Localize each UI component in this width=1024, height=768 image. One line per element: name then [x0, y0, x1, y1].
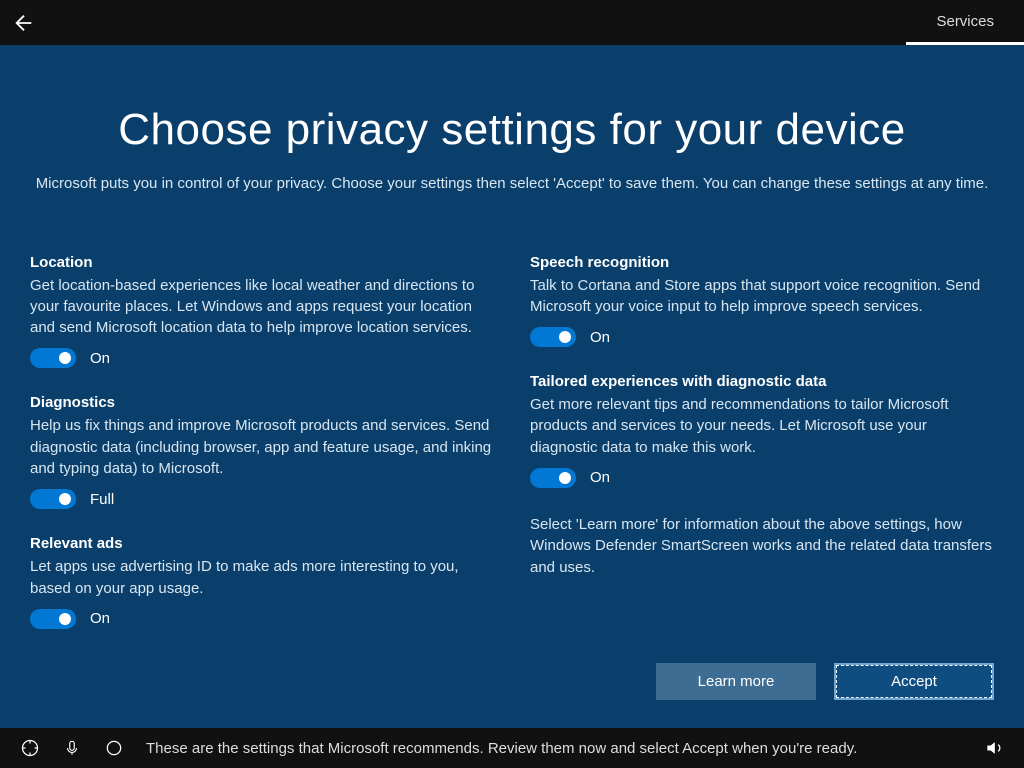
- setting-desc: Help us fix things and improve Microsoft…: [30, 415, 494, 479]
- setting-speech-recognition: Speech recognition Talk to Cortana and S…: [530, 254, 994, 348]
- volume-icon[interactable]: [984, 738, 1004, 758]
- bottom-bar: These are the settings that Microsoft re…: [0, 728, 1024, 768]
- setting-title: Tailored experiences with diagnostic dat…: [530, 373, 994, 390]
- cortana-icon[interactable]: [104, 738, 124, 758]
- setting-desc: Let apps use advertising ID to make ads …: [30, 556, 494, 599]
- button-row: Learn more Accept: [656, 663, 994, 700]
- setting-desc: Get more relevant tips and recommendatio…: [530, 394, 994, 458]
- ease-of-access-icon[interactable]: [20, 738, 40, 758]
- setting-desc: Talk to Cortana and Store apps that supp…: [530, 275, 994, 318]
- page-subtitle: Microsoft puts you in control of your pr…: [32, 173, 992, 196]
- back-arrow-icon: [13, 12, 35, 34]
- toggle-label: Full: [90, 491, 114, 508]
- toggle-label: On: [590, 469, 610, 486]
- toggle-label: On: [590, 329, 610, 346]
- right-column: Speech recognition Talk to Cortana and S…: [530, 254, 994, 655]
- setting-title: Diagnostics: [30, 394, 494, 411]
- accept-button[interactable]: Accept: [834, 663, 994, 700]
- setting-diagnostics: Diagnostics Help us fix things and impro…: [30, 394, 494, 509]
- setting-relevant-ads: Relevant ads Let apps use advertising ID…: [30, 535, 494, 629]
- tab-services[interactable]: Services: [906, 0, 1024, 45]
- top-bar: Services: [0, 0, 1024, 45]
- main-content: Choose privacy settings for your device …: [0, 45, 1024, 728]
- setting-location: Location Get location-based experiences …: [30, 254, 494, 369]
- toggle-label: On: [90, 350, 110, 367]
- toggle-location[interactable]: [30, 348, 76, 368]
- page-title: Choose privacy settings for your device: [30, 105, 994, 155]
- setting-title: Location: [30, 254, 494, 271]
- bottom-bar-text: These are the settings that Microsoft re…: [146, 740, 962, 757]
- setting-tailored-experiences: Tailored experiences with diagnostic dat…: [530, 373, 994, 488]
- toggle-speech[interactable]: [530, 327, 576, 347]
- toggle-label: On: [90, 610, 110, 627]
- toggle-diagnostics[interactable]: [30, 489, 76, 509]
- back-button[interactable]: [0, 0, 48, 45]
- setting-title: Relevant ads: [30, 535, 494, 552]
- setting-title: Speech recognition: [530, 254, 994, 271]
- toggle-relevant-ads[interactable]: [30, 609, 76, 629]
- setting-desc: Get location-based experiences like loca…: [30, 275, 494, 339]
- toggle-tailored[interactable]: [530, 468, 576, 488]
- learn-more-note: Select 'Learn more' for information abou…: [530, 514, 994, 578]
- microphone-icon[interactable]: [62, 738, 82, 758]
- left-column: Location Get location-based experiences …: [30, 254, 494, 655]
- learn-more-button[interactable]: Learn more: [656, 663, 816, 700]
